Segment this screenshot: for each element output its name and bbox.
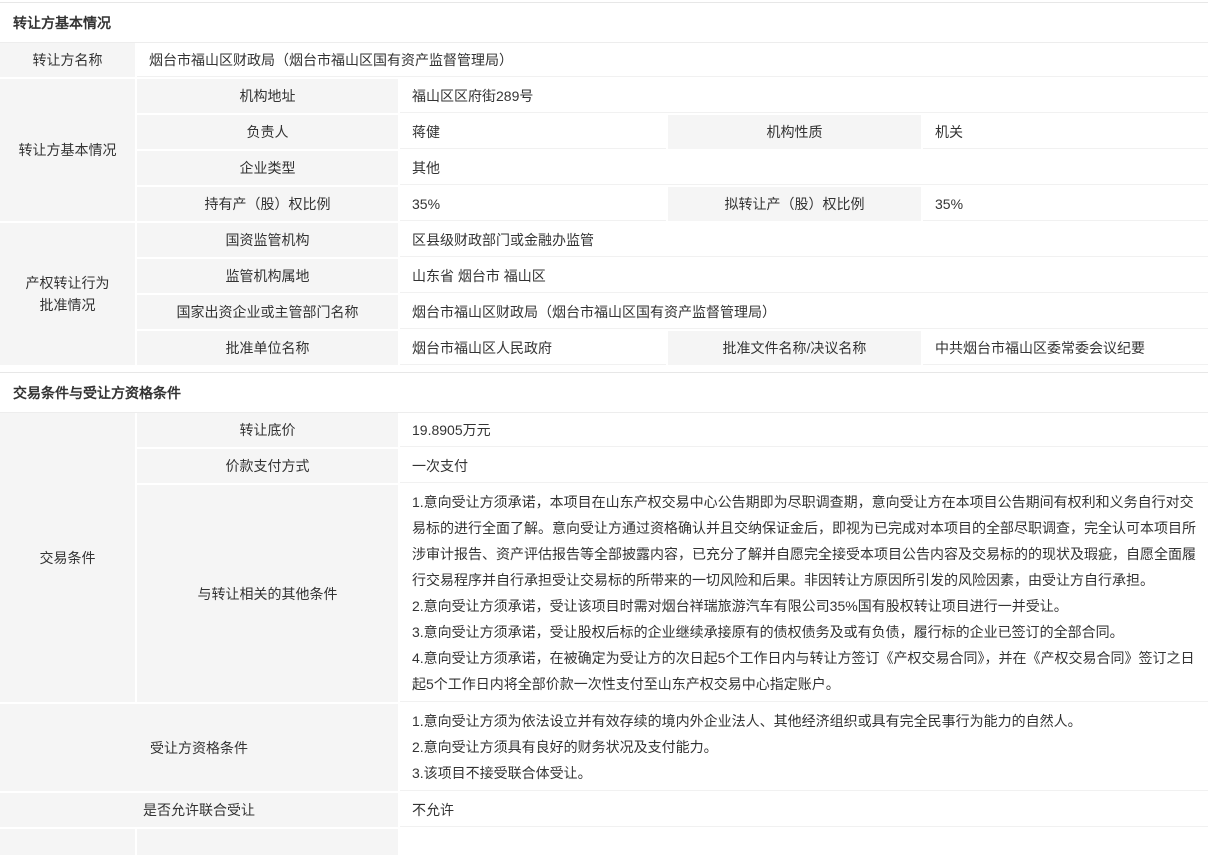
org-nature-value: 机关 [923,115,1208,149]
parent-org-label: 国家出资企业或主管部门名称 [137,295,398,329]
qualification-value: 1.意向受让方须为依法设立并有效存续的境内外企业法人、其他经济组织或具有完全民事… [400,704,1208,791]
trade-condition-rows: 转让底价 19.8905万元 价款支付方式 一次支付 与转让相关的其他条件 1.… [137,413,1208,702]
joint-transfer-value: 不允许 [400,793,1208,827]
section-transferor-info: 转让方基本情况 转让方名称 烟台市福山区财政局（烟台市福山区国有资产监督管理局）… [0,2,1208,365]
payment-value: 一次支付 [400,449,1208,483]
row-region: 监管机构属地 山东省 烟台市 福山区 [137,259,1208,293]
row-principal: 负责人 蒋健 机构性质 机关 [137,115,1208,149]
row-floor-price: 转让底价 19.8905万元 [137,413,1208,447]
approver-label: 批准单位名称 [137,331,398,365]
approval-rows: 国资监管机构 区县级财政部门或金融办监管 监管机构属地 山东省 烟台市 福山区 … [137,223,1208,365]
row-payment-method: 价款支付方式 一次支付 [137,449,1208,483]
approval-doc-value: 中共烟台市福山区委常委会议纪要 [923,331,1208,365]
section-title-trade: 交易条件与受让方资格条件 [0,372,1208,413]
payment-label: 价款支付方式 [137,449,398,483]
region-value: 山东省 烟台市 福山区 [400,259,1208,293]
approval-group-label: 产权转让行为 批准情况 [0,223,135,365]
partial-label-cell [137,829,398,855]
principal-label: 负责人 [137,115,398,149]
sasac-label: 国资监管机构 [137,223,398,257]
row-parent-org: 国家出资企业或主管部门名称 烟台市福山区财政局（烟台市福山区国有资产监督管理局） [137,295,1208,329]
transfer-ratio-value: 35% [923,187,1208,221]
transferor-basic-rows: 机构地址 福山区区府街289号 负责人 蒋健 机构性质 机关 企业类型 其他 持… [137,79,1208,221]
section-title-transferor: 转让方基本情况 [0,2,1208,43]
row-qualification: 受让方资格条件 1.意向受让方须为依法设立并有效存续的境内外企业法人、其他经济组… [0,704,1208,791]
transfer-ratio-label: 拟转让产（股）权比例 [668,187,921,221]
joint-transfer-label: 是否允许联合受让 [0,793,398,827]
trade-group-label: 交易条件 [0,413,135,702]
org-nature-label: 机构性质 [668,115,921,149]
enterprise-type-value: 其他 [400,151,1208,185]
floor-price-value: 19.8905万元 [400,413,1208,447]
section-trade-conditions: 交易条件与受让方资格条件 交易条件 转让底价 19.8905万元 价款支付方式 … [0,372,1208,855]
approver-value: 烟台市福山区人民政府 [400,331,666,365]
sasac-value: 区县级财政部门或金融办监管 [400,223,1208,257]
partial-value-cell [400,829,1208,855]
parent-org-value: 烟台市福山区财政局（烟台市福山区国有资产监督管理局） [400,295,1208,329]
row-other-conditions: 与转让相关的其他条件 1.意向受让方须承诺，本项目在山东产权交易中心公告期即为尽… [137,485,1208,702]
row-approver: 批准单位名称 烟台市福山区人民政府 批准文件名称/决议名称 中共烟台市福山区委常… [137,331,1208,365]
row-enterprise-type: 企业类型 其他 [137,151,1208,185]
row-partial-next [0,829,1208,855]
partial-group-cell [0,829,135,855]
other-conditions-value: 1.意向受让方须承诺，本项目在山东产权交易中心公告期即为尽职调查期，意向受让方在… [400,485,1208,702]
group-trade-conditions: 交易条件 转让底价 19.8905万元 价款支付方式 一次支付 与转让相关的其他… [0,413,1208,702]
row-transferor-name: 转让方名称 烟台市福山区财政局（烟台市福山区国有资产监督管理局） [0,43,1208,77]
transferor-name-value: 烟台市福山区财政局（烟台市福山区国有资产监督管理局） [137,43,1208,77]
org-address-label: 机构地址 [137,79,398,113]
row-sasac: 国资监管机构 区县级财政部门或金融办监管 [137,223,1208,257]
row-org-address: 机构地址 福山区区府街289号 [137,79,1208,113]
other-conditions-label: 与转让相关的其他条件 [137,485,398,702]
floor-price-label: 转让底价 [137,413,398,447]
group-transferor-basic: 转让方基本情况 机构地址 福山区区府街289号 负责人 蒋健 机构性质 机关 企… [0,79,1208,221]
group-approval-info: 产权转让行为 批准情况 国资监管机构 区县级财政部门或金融办监管 监管机构属地 … [0,223,1208,365]
row-holding-ratio: 持有产（股）权比例 35% 拟转让产（股）权比例 35% [137,187,1208,221]
row-joint-transfer: 是否允许联合受让 不允许 [0,793,1208,827]
enterprise-type-label: 企业类型 [137,151,398,185]
holding-ratio-value: 35% [400,187,666,221]
region-label: 监管机构属地 [137,259,398,293]
holding-ratio-label: 持有产（股）权比例 [137,187,398,221]
transfer-listing-document: 转让方基本情况 转让方名称 烟台市福山区财政局（烟台市福山区国有资产监督管理局）… [0,2,1208,855]
transferor-name-label: 转让方名称 [0,43,135,77]
approval-doc-label: 批准文件名称/决议名称 [668,331,921,365]
qualification-label: 受让方资格条件 [0,704,398,791]
org-address-value: 福山区区府街289号 [400,79,1208,113]
transferor-basic-group-label: 转让方基本情况 [0,79,135,221]
principal-value: 蒋健 [400,115,666,149]
